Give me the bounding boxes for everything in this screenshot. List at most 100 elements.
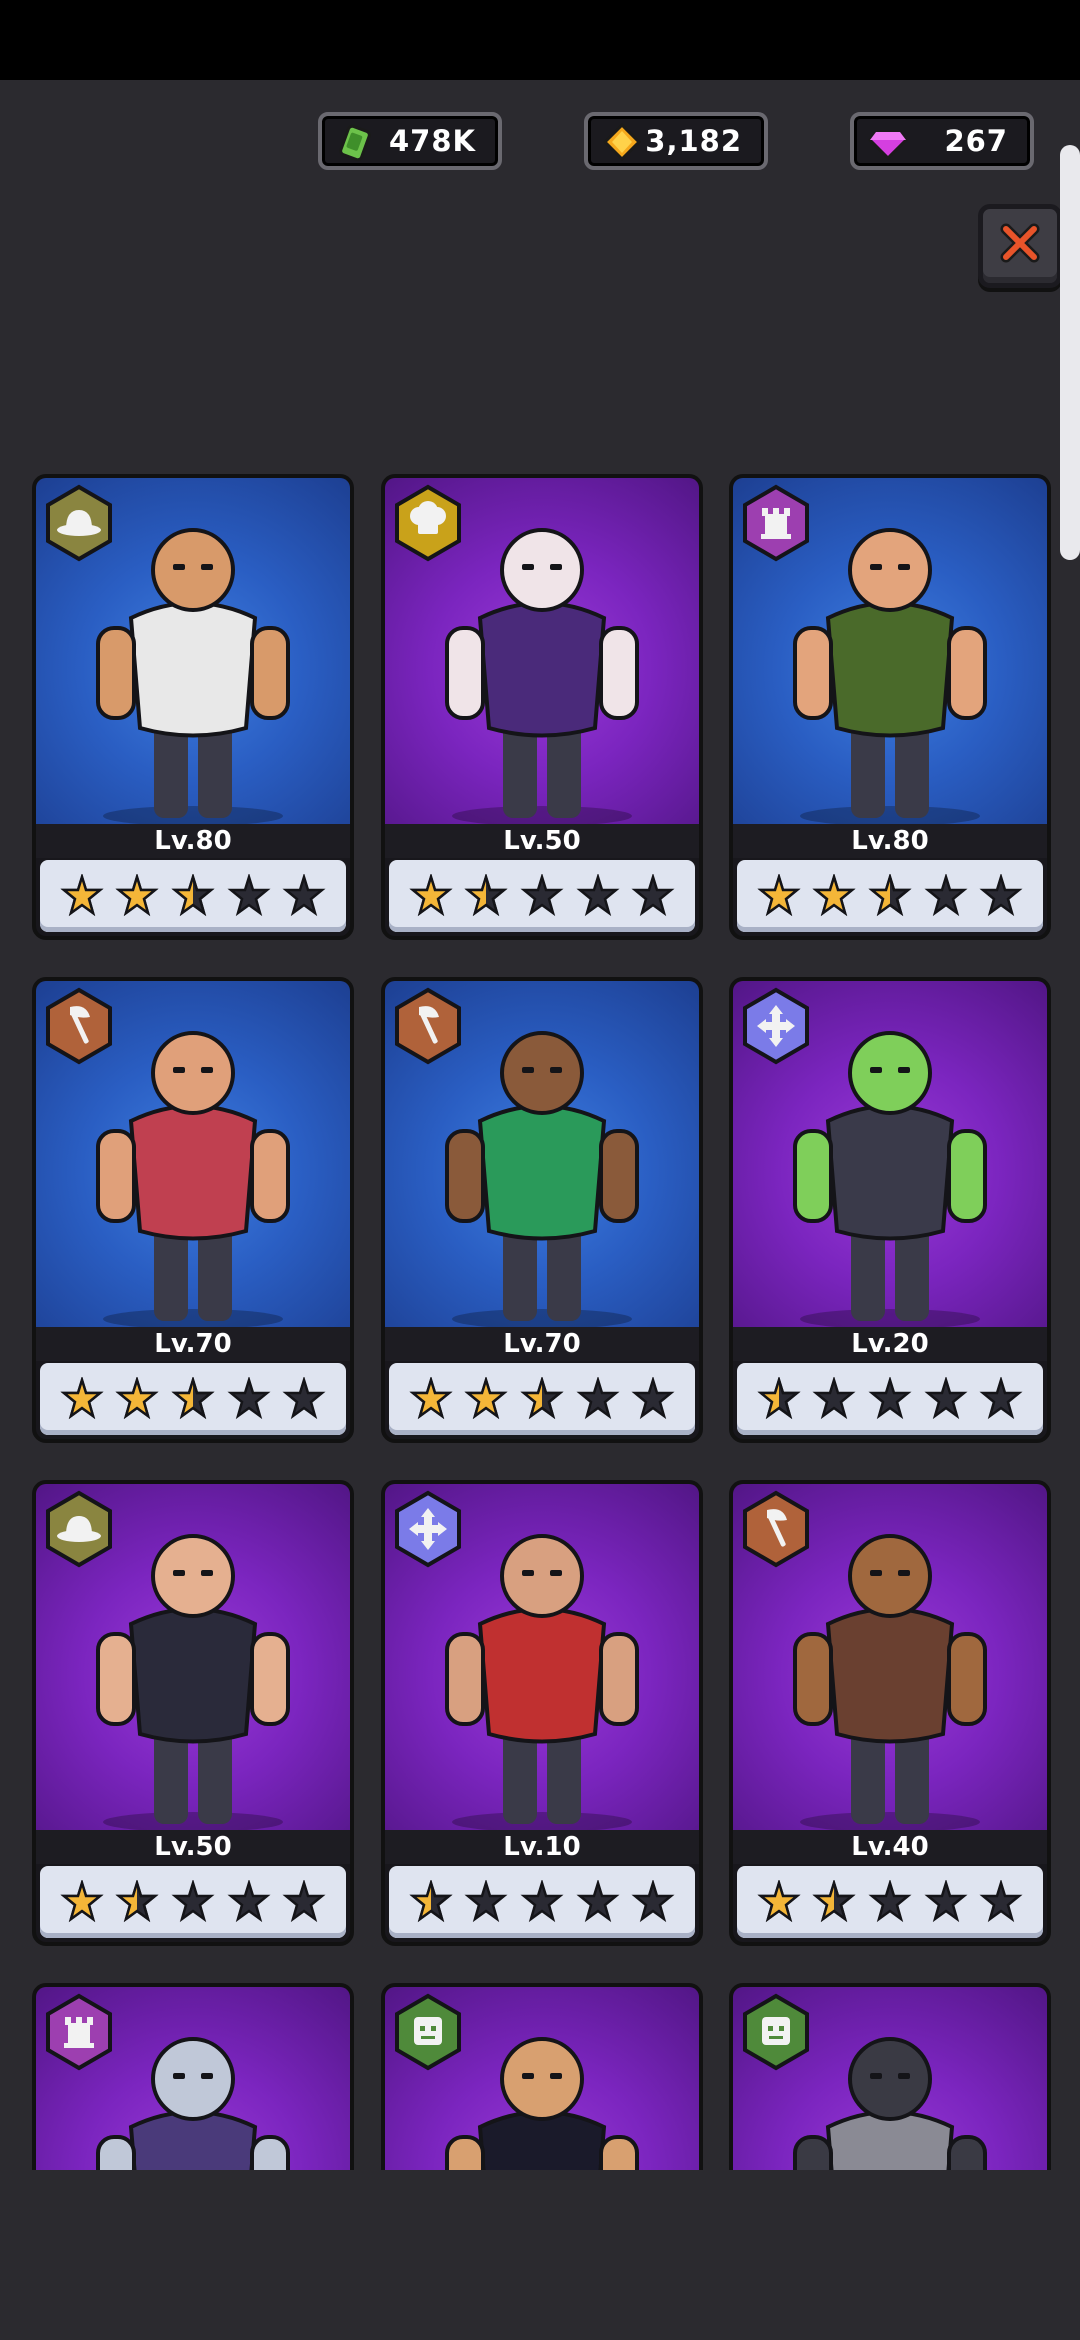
star-empty-icon [924, 1880, 968, 1923]
star-empty-icon [282, 1880, 326, 1923]
star-empty-icon [979, 874, 1023, 917]
star-half-icon [171, 874, 215, 917]
currency-gems[interactable]: 267 [850, 112, 1034, 170]
star-half-icon [868, 874, 912, 917]
star-empty-icon [171, 1880, 215, 1923]
star-filled-icon [409, 874, 453, 917]
star-empty-icon [631, 1377, 675, 1420]
star-half-icon [464, 874, 508, 917]
hero-star-rating [40, 860, 346, 932]
hero-card[interactable]: Lv.20 [729, 977, 1051, 1443]
star-filled-icon [60, 1880, 104, 1923]
cash-can-icon [339, 124, 371, 162]
hero-level: Lv.40 [733, 1830, 1047, 1864]
hero-star-rating [737, 1363, 1043, 1435]
hero-level: Lv.10 [385, 1830, 699, 1864]
class-badge-robot-icon [743, 1993, 809, 2071]
robot-icon [414, 2017, 442, 2045]
class-badge-robot-icon [395, 1993, 461, 2071]
hero-card[interactable]: Lv.50 [381, 474, 703, 940]
hero-card[interactable]: Lv.80 [729, 474, 1051, 940]
hero-star-rating [737, 860, 1043, 932]
close-button[interactable] [978, 204, 1062, 288]
hero-level: Lv.50 [36, 1830, 350, 1864]
star-filled-icon [115, 1377, 159, 1420]
hero-level: Lv.80 [733, 824, 1047, 858]
star-filled-icon [115, 874, 159, 917]
star-empty-icon [979, 1880, 1023, 1923]
status-bar [0, 0, 1080, 80]
star-half-icon [171, 1377, 215, 1420]
hero-level: Lv.70 [36, 1327, 350, 1361]
star-filled-icon [812, 874, 856, 917]
currency-gold[interactable]: 3,182 [584, 112, 768, 170]
close-x-icon [1000, 223, 1040, 263]
hero-level: Lv.70 [385, 1327, 699, 1361]
star-filled-icon [757, 1880, 801, 1923]
star-half-icon [812, 1880, 856, 1923]
hero-level: Lv.50 [385, 824, 699, 858]
currency-cash[interactable]: 478K [318, 112, 502, 170]
gold-gem-icon [602, 122, 642, 162]
bottom-area [0, 2170, 1080, 2340]
currency-gems-value: 267 [944, 124, 1008, 158]
star-filled-icon [757, 874, 801, 917]
class-badge-axe-icon [395, 987, 461, 1065]
hero-card[interactable]: Lv.40 [729, 1480, 1051, 1946]
class-badge-tower-icon [743, 484, 809, 562]
hero-card[interactable]: Lv.10 [381, 1480, 703, 1946]
star-empty-icon [868, 1377, 912, 1420]
class-badge-cross-arrows-icon [395, 1490, 461, 1568]
hero-grid: Lv.80 Lv.50 Lv.80 Lv.70 Lv.70 Lv.20 Lv.50 Lv.10… [0, 470, 1060, 2170]
tower-icon [761, 508, 791, 539]
star-empty-icon [227, 1377, 271, 1420]
hero-star-rating [389, 1363, 695, 1435]
hero-star-rating [40, 1363, 346, 1435]
star-empty-icon [868, 1880, 912, 1923]
star-empty-icon [282, 874, 326, 917]
scrollbar[interactable] [1060, 145, 1080, 560]
hero-card[interactable]: Lv.80 [32, 474, 354, 940]
star-empty-icon [924, 1377, 968, 1420]
star-empty-icon [282, 1377, 326, 1420]
currency-cash-value: 478K [388, 124, 476, 158]
star-filled-icon [464, 1377, 508, 1420]
tower-icon [64, 2017, 94, 2048]
hero-card[interactable] [381, 1983, 703, 2170]
currency-gold-value: 3,182 [645, 124, 742, 158]
hero-card[interactable]: Lv.70 [381, 977, 703, 1443]
star-empty-icon [631, 874, 675, 917]
star-filled-icon [409, 1377, 453, 1420]
star-half-icon [520, 1377, 564, 1420]
hero-star-rating [737, 1866, 1043, 1938]
star-half-icon [115, 1880, 159, 1923]
star-empty-icon [520, 1880, 564, 1923]
star-half-icon [409, 1880, 453, 1923]
class-badge-tower-icon [46, 1993, 112, 2071]
star-filled-icon [60, 874, 104, 917]
hero-card[interactable]: Lv.50 [32, 1480, 354, 1946]
robot-icon [762, 2017, 790, 2045]
class-badge-chef-hat-icon [395, 484, 461, 562]
star-empty-icon [924, 874, 968, 917]
star-empty-icon [227, 874, 271, 917]
purple-diamond-icon [868, 130, 908, 161]
hero-card[interactable]: Lv.70 [32, 977, 354, 1443]
star-half-icon [757, 1377, 801, 1420]
star-empty-icon [227, 1880, 271, 1923]
hero-star-rating [40, 1866, 346, 1938]
star-empty-icon [576, 874, 620, 917]
hero-level: Lv.20 [733, 1327, 1047, 1361]
star-empty-icon [520, 874, 564, 917]
star-empty-icon [576, 1377, 620, 1420]
hero-level: Lv.80 [36, 824, 350, 858]
star-empty-icon [464, 1880, 508, 1923]
hero-star-rating [389, 1866, 695, 1938]
class-badge-hat-icon [46, 484, 112, 562]
star-empty-icon [812, 1377, 856, 1420]
star-empty-icon [979, 1377, 1023, 1420]
class-badge-axe-icon [743, 1490, 809, 1568]
class-badge-cross-arrows-icon [743, 987, 809, 1065]
hero-card[interactable] [729, 1983, 1051, 2170]
hero-card[interactable] [32, 1983, 354, 2170]
